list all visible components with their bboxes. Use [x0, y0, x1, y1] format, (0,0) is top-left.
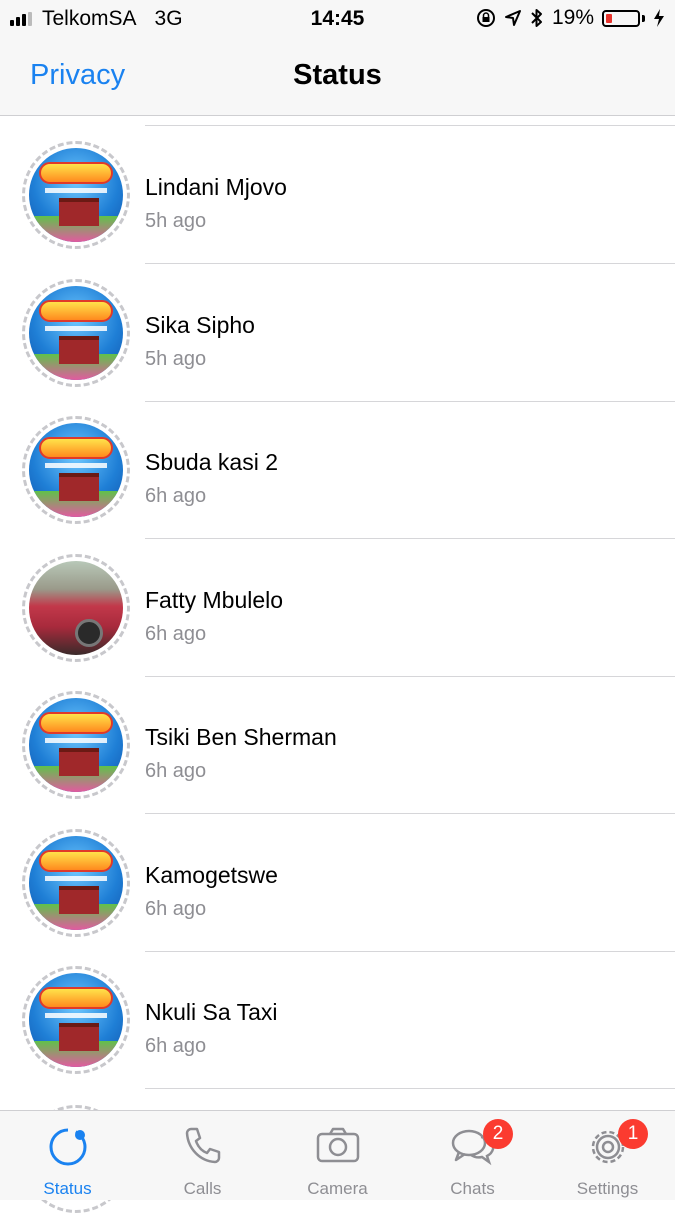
status-time: 6h ago: [145, 485, 207, 507]
battery-percent: 19%: [551, 6, 594, 29]
bluetooth-icon: [531, 9, 542, 27]
avatar: [29, 836, 123, 930]
contact-name: Tsiki Ben Sherman: [145, 724, 337, 750]
status-row[interactable]: Lindani Mjovo 5h ago: [0, 126, 675, 264]
avatar: [29, 286, 123, 380]
navigation-bar: Privacy Status: [0, 40, 675, 116]
avatar: [29, 698, 123, 792]
tab-label: Status: [43, 1179, 92, 1198]
tab-camera[interactable]: Camera: [270, 1111, 405, 1201]
status-time: 6h ago: [145, 898, 207, 920]
status-row[interactable]: Sbuda kasi 2 6h ago: [0, 401, 675, 539]
contact-name: Sika Sipho: [145, 312, 255, 338]
chats-unread-badge: 2: [483, 1119, 513, 1149]
avatar: [29, 561, 123, 655]
tab-label: Camera: [307, 1179, 368, 1198]
location-arrow-icon: [504, 10, 521, 26]
battery-level-fill: [606, 13, 612, 23]
avatar: [29, 423, 123, 517]
status-row[interactable]: Tsiki Ben Sherman 6h ago: [0, 676, 675, 814]
camera-icon: [316, 1127, 360, 1163]
rotation-lock-icon: [476, 9, 495, 27]
tab-calls[interactable]: Calls: [135, 1111, 270, 1201]
contact-name: Lindani Mjovo: [145, 174, 287, 200]
phone-icon: [185, 1127, 221, 1164]
battery-tip: [642, 14, 645, 22]
status-row[interactable]: Fatty Mbulelo 6h ago: [0, 539, 675, 677]
status-bar: TelkomSA 3G 14:45 19%: [0, 0, 675, 40]
contact-name: Kamogetswe: [145, 862, 278, 888]
settings-badge: 1: [618, 1119, 648, 1149]
status-time: 6h ago: [145, 760, 207, 782]
status-row[interactable]: Nkuli Sa Taxi 6h ago: [0, 951, 675, 1089]
avatar: [29, 148, 123, 242]
tab-label: Chats: [450, 1179, 495, 1198]
page-title: Status: [293, 59, 382, 91]
tab-chats[interactable]: 2 Chats: [405, 1111, 540, 1201]
status-row[interactable]: Kamogetswe 6h ago: [0, 814, 675, 952]
contact-name: Sbuda kasi 2: [145, 449, 278, 475]
status-icon: [49, 1128, 87, 1166]
tab-label: Calls: [183, 1179, 222, 1198]
status-row[interactable]: Sika Sipho 5h ago: [0, 264, 675, 402]
tab-status[interactable]: Status: [0, 1111, 135, 1201]
status-time: 5h ago: [145, 348, 207, 370]
status-list: Lindani Mjovo 5h ago Sika Sipho 5h ago S…: [0, 116, 675, 1110]
status-time: 6h ago: [145, 623, 207, 645]
contact-name: Fatty Mbulelo: [145, 587, 284, 613]
row-divider: [145, 1088, 675, 1089]
battery-icon: [602, 9, 640, 27]
status-bar-right: 19%: [476, 6, 665, 30]
tab-label: Settings: [576, 1179, 639, 1198]
tab-bar: Status Calls Camera 2 Chats 1 Settings: [0, 1110, 675, 1200]
status-time: 5h ago: [145, 210, 207, 232]
avatar: [29, 973, 123, 1067]
status-time: 6h ago: [145, 1035, 207, 1057]
tab-settings[interactable]: 1 Settings: [540, 1111, 675, 1201]
charging-bolt-icon: [654, 9, 664, 27]
contact-name: Nkuli Sa Taxi: [145, 999, 278, 1025]
